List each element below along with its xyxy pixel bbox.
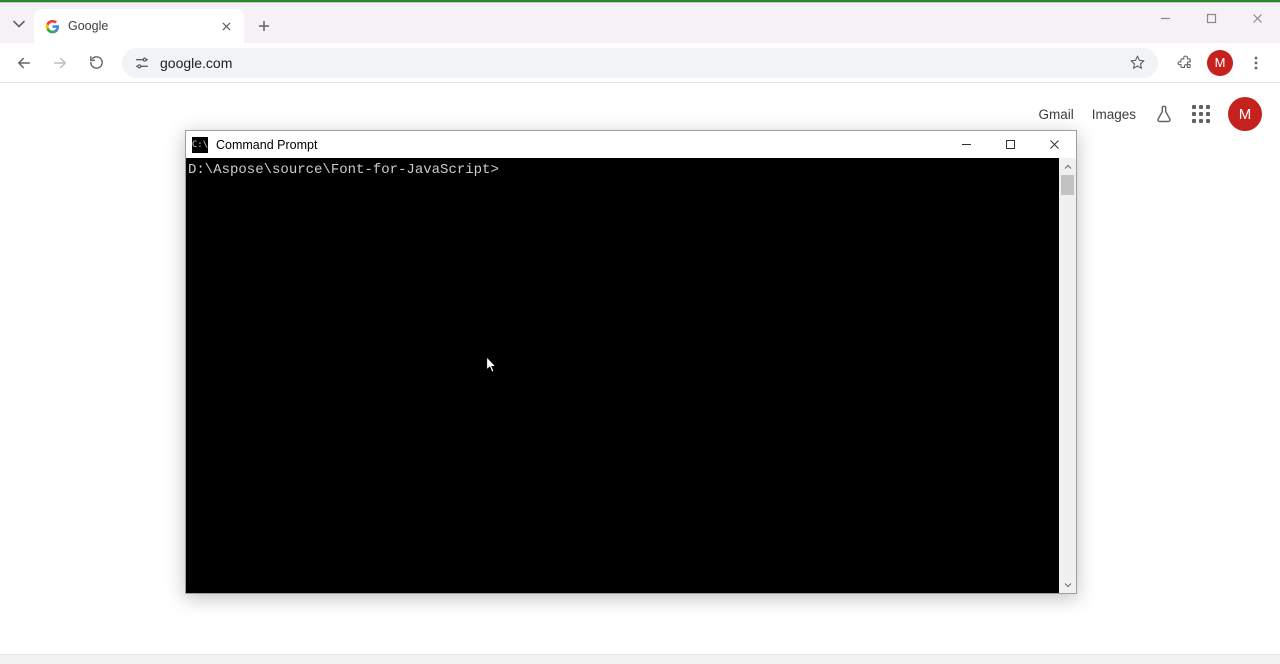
chevron-down-icon (13, 18, 25, 30)
puzzle-icon (1176, 54, 1193, 71)
close-icon (222, 22, 231, 31)
scroll-thumb[interactable] (1061, 175, 1074, 195)
forward-button[interactable] (44, 47, 76, 79)
arrow-right-icon (51, 54, 69, 72)
scroll-up-button[interactable] (1059, 158, 1076, 175)
gmail-link[interactable]: Gmail (1038, 107, 1073, 122)
close-icon (1252, 13, 1263, 24)
arrow-left-icon (15, 54, 33, 72)
tab-strip: Google (0, 3, 1280, 43)
command-prompt-window[interactable]: C:\ Command Prompt D:\Aspose\source\Font… (185, 130, 1077, 594)
browser-minimize-button[interactable] (1142, 3, 1188, 33)
labs-button[interactable] (1154, 104, 1174, 124)
scroll-track[interactable] (1059, 175, 1076, 576)
flask-icon (1154, 104, 1174, 124)
google-apps-button[interactable] (1192, 105, 1210, 123)
bookmark-button[interactable] (1129, 54, 1146, 71)
cmd-terminal[interactable]: D:\Aspose\source\Font-for-JavaScript> (186, 158, 1059, 593)
cmd-scrollbar[interactable] (1059, 158, 1076, 593)
kebab-icon (1248, 55, 1264, 71)
avatar-small: M (1207, 50, 1233, 76)
close-icon (1049, 139, 1060, 150)
profile-button-toolbar[interactable]: M (1204, 47, 1236, 79)
site-info-button[interactable] (134, 55, 150, 71)
cmd-minimize-button[interactable] (944, 131, 988, 158)
cmd-prompt-line: D:\Aspose\source\Font-for-JavaScript> (188, 162, 499, 178)
cmd-close-button[interactable] (1032, 131, 1076, 158)
avatar-large: M (1228, 97, 1262, 131)
back-button[interactable] (8, 47, 40, 79)
chevron-down-icon (1064, 581, 1072, 589)
cmd-client-area: D:\Aspose\source\Font-for-JavaScript> (186, 158, 1076, 593)
maximize-icon (1005, 139, 1016, 150)
cmd-titlebar[interactable]: C:\ Command Prompt (186, 131, 1076, 158)
tab-search-dropdown[interactable] (4, 9, 34, 39)
google-footer-strip (0, 654, 1280, 664)
browser-toolbar: google.com M (0, 43, 1280, 83)
extensions-button[interactable] (1168, 47, 1200, 79)
browser-close-button[interactable] (1234, 3, 1280, 33)
url-text: google.com (160, 55, 1119, 71)
minimize-icon (961, 139, 972, 150)
maximize-icon (1206, 13, 1217, 24)
reload-button[interactable] (80, 47, 112, 79)
google-favicon-icon (44, 18, 60, 34)
browser-window-controls (1142, 3, 1280, 33)
google-top-bar: Gmail Images M (1038, 97, 1262, 131)
tab-title: Google (68, 19, 210, 33)
reload-icon (88, 54, 105, 71)
images-link[interactable]: Images (1092, 107, 1136, 122)
tab-close-button[interactable] (218, 18, 234, 34)
browser-maximize-button[interactable] (1188, 3, 1234, 33)
tune-icon (134, 55, 150, 71)
scroll-down-button[interactable] (1059, 576, 1076, 593)
cmd-title-text: Command Prompt (216, 138, 944, 152)
plus-icon (258, 20, 270, 32)
browser-tab-active[interactable]: Google (34, 9, 244, 43)
new-tab-button[interactable] (250, 12, 278, 40)
cmd-app-icon: C:\ (192, 137, 208, 153)
cmd-maximize-button[interactable] (988, 131, 1032, 158)
address-bar[interactable]: google.com (122, 48, 1158, 78)
star-icon (1129, 54, 1146, 71)
minimize-icon (1160, 13, 1171, 24)
chevron-up-icon (1064, 163, 1072, 171)
google-account-button[interactable]: M (1228, 97, 1262, 131)
apps-grid-icon (1192, 105, 1210, 123)
mouse-cursor-icon (486, 356, 498, 374)
cmd-window-controls (944, 131, 1076, 158)
chrome-menu-button[interactable] (1240, 47, 1272, 79)
